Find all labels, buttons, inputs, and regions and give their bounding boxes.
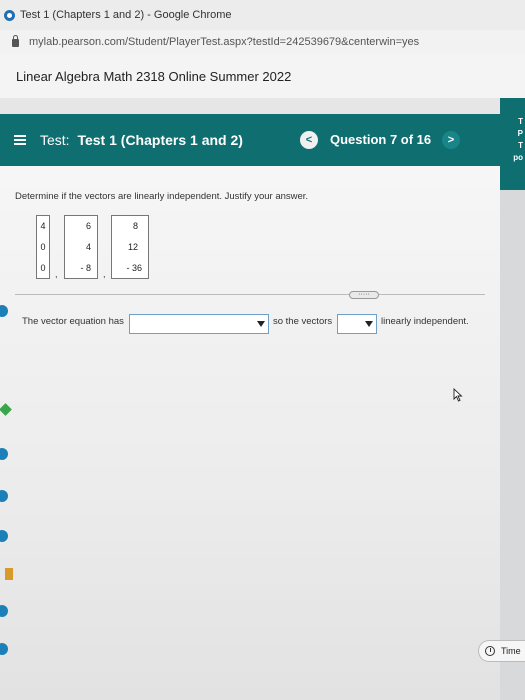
next-question-button[interactable]: > bbox=[442, 131, 460, 149]
clock-icon bbox=[485, 646, 495, 656]
address-bar[interactable]: mylab.pearson.com/Student/PlayerTest.asp… bbox=[0, 30, 525, 54]
vector-1: 4 0 0 bbox=[36, 215, 50, 279]
vector-2: 6 4 - 8 bbox=[64, 215, 98, 279]
previous-question-button[interactable]: < bbox=[300, 131, 318, 149]
vector-cell: 12 bbox=[127, 242, 138, 252]
mouse-cursor-icon bbox=[453, 388, 463, 402]
vector-separator: , bbox=[55, 269, 58, 279]
question-prompt: Determine if the vectors are linearly in… bbox=[15, 191, 309, 202]
right-side-panel[interactable]: T P T po bbox=[500, 98, 525, 190]
window-title: Test 1 (Chapters 1 and 2) - Google Chrom… bbox=[20, 9, 232, 21]
question-counter[interactable]: Question 7 of 16 bbox=[330, 132, 431, 147]
test-title: Test: Test 1 (Chapters 1 and 2) bbox=[40, 132, 243, 148]
lock-icon bbox=[12, 35, 19, 47]
test-header: Test: Test 1 (Chapters 1 and 2) < Questi… bbox=[0, 114, 500, 166]
header-gap bbox=[0, 98, 525, 114]
dropdown-arrow-icon bbox=[365, 321, 373, 327]
browser-title-bar: Test 1 (Chapters 1 and 2) - Google Chrom… bbox=[0, 0, 525, 30]
answer-text-part1: The vector equation has bbox=[22, 316, 124, 327]
dropdown-arrow-icon bbox=[257, 321, 265, 327]
vector-3: 8 12 - 36 bbox=[111, 215, 149, 279]
course-bar: Linear Algebra Math 2318 Online Summer 2… bbox=[0, 54, 525, 98]
vector-cell: 4 bbox=[85, 242, 91, 252]
time-label: Time bbox=[501, 646, 521, 656]
question-marker-flag[interactable] bbox=[5, 568, 13, 580]
question-content: Determine if the vectors are linearly in… bbox=[0, 166, 500, 700]
vector-cell: - 8 bbox=[80, 263, 91, 273]
vector-cell: - 36 bbox=[126, 263, 142, 273]
test-name: Test 1 (Chapters 1 and 2) bbox=[77, 132, 243, 148]
vector-cell: 8 bbox=[132, 221, 138, 231]
vector-cell: 0 bbox=[40, 263, 46, 273]
vector-cell: 0 bbox=[40, 242, 46, 252]
expand-more-button[interactable]: ····· bbox=[349, 291, 379, 299]
vector-cell: 6 bbox=[85, 221, 91, 231]
solution-count-dropdown[interactable] bbox=[129, 314, 269, 334]
test-label: Test: bbox=[40, 132, 70, 148]
url-text[interactable]: mylab.pearson.com/Student/PlayerTest.asp… bbox=[29, 36, 419, 48]
independence-dropdown[interactable] bbox=[337, 314, 377, 334]
answer-text-part3: linearly independent. bbox=[381, 316, 469, 327]
menu-icon[interactable] bbox=[14, 135, 26, 145]
section-divider bbox=[15, 294, 485, 295]
course-title: Linear Algebra Math 2318 Online Summer 2… bbox=[16, 68, 292, 84]
vector-separator: , bbox=[103, 269, 106, 279]
time-button[interactable]: Time bbox=[478, 640, 525, 662]
answer-text-part2: so the vectors bbox=[273, 316, 333, 327]
vector-cell: 4 bbox=[40, 221, 46, 231]
pearson-favicon-icon bbox=[4, 9, 15, 21]
